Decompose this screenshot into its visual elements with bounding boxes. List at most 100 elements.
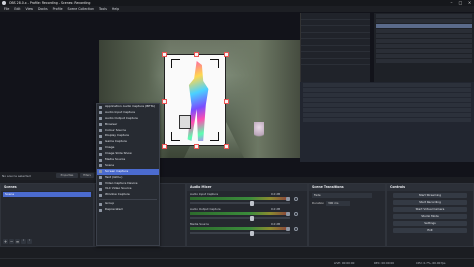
bracket-corner xyxy=(210,59,219,68)
resize-handle[interactable] xyxy=(162,99,167,104)
source-type-icon xyxy=(99,140,102,144)
exit-button[interactable]: Exit xyxy=(393,228,467,233)
start-streaming-button[interactable]: Start Streaming xyxy=(393,193,467,198)
scene-item[interactable]: Scene xyxy=(3,192,91,197)
menu-item-deprecated[interactable]: Deprecated xyxy=(97,207,159,213)
add-icon[interactable]: + xyxy=(3,239,8,244)
property-row[interactable] xyxy=(303,108,471,112)
source-type-icon xyxy=(99,117,102,121)
menu-item-label: Image Slide Show xyxy=(105,151,132,156)
layer-list-panel[interactable] xyxy=(374,13,474,91)
panel-row[interactable] xyxy=(301,59,370,65)
layer-row[interactable] xyxy=(376,53,472,58)
mixer-channel: Media Source 0.0 dB xyxy=(190,222,304,236)
studio-mode-button[interactable]: Studio Mode xyxy=(393,214,467,219)
menu-item-label: Window Capture xyxy=(105,192,130,197)
property-row[interactable] xyxy=(303,113,471,117)
window-capture-source[interactable] xyxy=(164,54,226,146)
start-recording-button[interactable]: Start Recording xyxy=(393,200,467,205)
menu-item-label: Image xyxy=(105,145,115,150)
menu-item-label: Game Capture xyxy=(105,139,127,144)
properties-panel[interactable] xyxy=(300,82,474,162)
move-down-icon[interactable]: ˅ xyxy=(27,239,32,244)
gear-icon[interactable] xyxy=(294,197,298,201)
volume-slider-knob[interactable] xyxy=(250,230,254,236)
channel-name: Media Source xyxy=(190,222,209,226)
volume-slider[interactable] xyxy=(190,232,290,234)
menu-item-label: Deprecated xyxy=(105,207,123,212)
layer-row[interactable] xyxy=(376,43,472,48)
source-type-icon xyxy=(99,164,102,168)
source-type-icon xyxy=(99,182,102,186)
property-row[interactable] xyxy=(303,93,471,97)
bracket-corner xyxy=(210,132,219,141)
source-toolbar: No source selected Properties Filters xyxy=(0,172,96,180)
filters-button[interactable]: Filters xyxy=(80,173,94,178)
source-type-icon xyxy=(99,208,102,212)
layer-row[interactable] xyxy=(376,58,472,63)
properties-button[interactable]: Properties xyxy=(56,173,78,178)
start-virtual-camera-button[interactable]: Start Virtual Camera xyxy=(393,207,467,212)
transition-select-row: Fade xyxy=(312,193,382,199)
resize-handle[interactable] xyxy=(162,144,167,149)
source-type-icon xyxy=(99,187,102,191)
channel-name: Audio Input Capture xyxy=(190,192,219,196)
resize-handle[interactable] xyxy=(162,52,167,57)
menu-item-label: Browser xyxy=(105,121,118,126)
layer-row[interactable] xyxy=(376,28,472,33)
menu-item-label: Screen Capture xyxy=(105,168,129,173)
outliner-panel[interactable] xyxy=(300,13,370,91)
property-row[interactable] xyxy=(303,98,471,102)
menu-item-label: Text (GDI+) xyxy=(105,174,123,179)
docks-area: Scenes Scene +−≡˄˅ +−⚙˄˅ Audio Mixer Aud… xyxy=(0,183,474,247)
capture-artwork xyxy=(187,61,209,141)
menu-item-label: VLC Video Source xyxy=(105,186,132,191)
duration-row: Duration 300 ms xyxy=(312,201,382,207)
menu-item-label: Media Source xyxy=(105,157,126,162)
volume-slider[interactable] xyxy=(190,217,290,219)
resize-handle[interactable] xyxy=(224,52,229,57)
audio-mixer-dock: Audio Mixer Audio Input Capture 0.0 dB A… xyxy=(186,183,308,247)
menu-item-label: Group xyxy=(105,201,115,206)
scenes-dock: Scenes Scene + − ≡ ˄ ˅ xyxy=(0,183,94,247)
menu-item-window-capture[interactable]: Window Capture xyxy=(97,192,159,198)
source-type-icon xyxy=(99,193,102,197)
volume-slider[interactable] xyxy=(190,202,290,204)
scenes-toolbar: + − ≡ ˄ ˅ xyxy=(3,239,91,244)
menu-item-label: Audio Output Capture xyxy=(105,115,138,120)
layer-row[interactable] xyxy=(376,18,472,23)
volume-slider-knob[interactable] xyxy=(250,200,254,206)
property-row[interactable] xyxy=(303,118,471,122)
menu-item-label: Display Capture xyxy=(105,133,129,138)
capture-tag xyxy=(179,115,191,129)
layer-row[interactable] xyxy=(376,38,472,43)
source-type-icon xyxy=(99,146,102,150)
filter-icon[interactable]: ≡ xyxy=(15,239,20,244)
transition-select[interactable]: Fade xyxy=(312,193,372,198)
property-row[interactable] xyxy=(303,88,471,92)
volume-slider-knob[interactable] xyxy=(250,215,254,221)
property-row[interactable] xyxy=(303,83,471,87)
resize-handle[interactable] xyxy=(194,144,199,149)
gear-icon[interactable] xyxy=(294,212,298,216)
remove-icon[interactable]: − xyxy=(9,239,14,244)
resize-handle[interactable] xyxy=(194,52,199,57)
source-type-icon xyxy=(99,105,102,109)
resize-handle[interactable] xyxy=(224,99,229,104)
settings-button[interactable]: Settings xyxy=(393,221,467,226)
layer-row[interactable] xyxy=(376,13,472,18)
layer-row[interactable] xyxy=(376,33,472,38)
source-type-icon xyxy=(99,123,102,127)
scenes-title: Scenes xyxy=(1,184,93,191)
resize-handle[interactable] xyxy=(224,144,229,149)
mute-icon[interactable] xyxy=(286,227,290,231)
gear-icon[interactable] xyxy=(294,227,298,231)
layer-row-selected[interactable] xyxy=(376,23,472,28)
property-row[interactable] xyxy=(303,103,471,107)
mute-icon[interactable] xyxy=(286,197,290,201)
move-up-icon[interactable]: ˄ xyxy=(21,239,26,244)
transitions-title: Scene Transitions xyxy=(309,184,385,191)
mute-icon[interactable] xyxy=(286,212,290,216)
layer-row[interactable] xyxy=(376,48,472,53)
duration-input[interactable]: 300 ms xyxy=(326,201,350,206)
